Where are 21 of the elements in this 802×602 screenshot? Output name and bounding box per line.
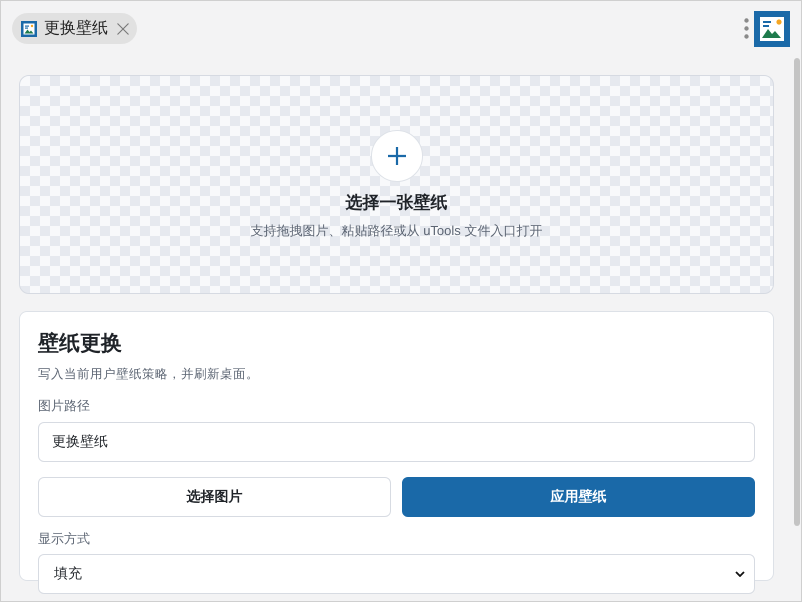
field-label: 显示方式 xyxy=(38,530,90,548)
more-icon[interactable] xyxy=(744,18,749,39)
drop-title: 选择一张壁纸 xyxy=(346,192,448,214)
drop-zone[interactable]: 选择一张壁纸 支持拖拽图片、粘贴路径或从 uTools 文件入口打开 xyxy=(19,75,774,294)
tab-title: 更换壁纸 xyxy=(44,18,108,38)
card-description: 写入当前用户壁纸策略，并刷新桌面。 xyxy=(38,366,259,383)
path-input[interactable]: 更换壁纸 xyxy=(38,422,755,462)
tab[interactable]: 更换壁纸 xyxy=(12,13,137,44)
card-title: 壁纸更换 xyxy=(38,330,122,357)
display-mode-select[interactable]: 填充 xyxy=(38,554,755,594)
add-icon[interactable] xyxy=(370,130,422,182)
picture-icon xyxy=(21,20,37,36)
field-label: 图片路径 xyxy=(38,397,90,415)
close-icon[interactable] xyxy=(117,22,129,34)
choose-button[interactable]: 选择图片 xyxy=(38,477,391,517)
apply-button[interactable]: 应用壁纸 xyxy=(402,477,755,517)
drop-hint: 支持拖拽图片、粘贴路径或从 uTools 文件入口打开 xyxy=(250,222,542,240)
select-value: 填充 xyxy=(54,565,82,583)
picture-icon[interactable] xyxy=(754,11,790,47)
chevron-down-icon xyxy=(735,571,745,577)
scrollbar-thumb[interactable] xyxy=(794,58,800,526)
